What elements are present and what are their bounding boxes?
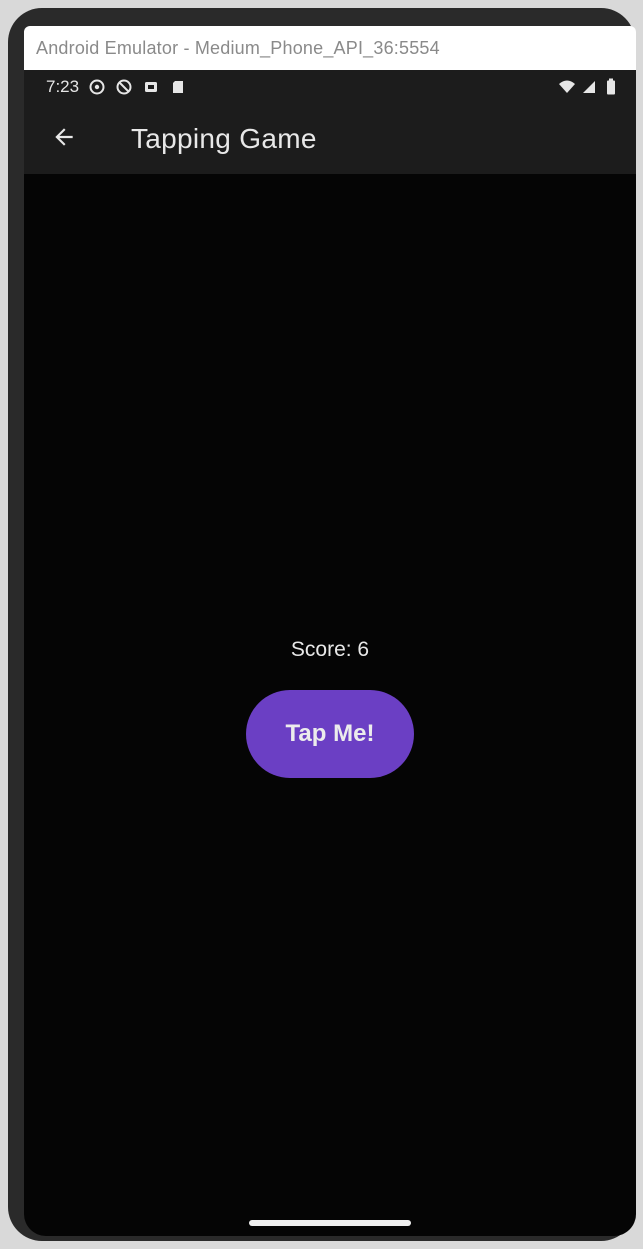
app-bar: Tapping Game (24, 104, 636, 174)
sd-card-icon (169, 78, 187, 96)
wifi-icon (558, 78, 576, 96)
back-button[interactable] (40, 115, 88, 163)
tap-me-button[interactable]: Tap Me! (246, 690, 414, 778)
status-time: 7:23 (46, 77, 80, 96)
notification-icon (142, 78, 160, 96)
status-right (558, 78, 620, 96)
page-title: Tapping Game (131, 123, 317, 154)
status-bar: 7:23 (24, 70, 636, 104)
signal-icon (580, 78, 598, 96)
gesture-nav-handle[interactable] (249, 1220, 411, 1226)
arrow-back-icon (51, 124, 77, 155)
settings-icon (88, 78, 106, 96)
status-left: 7:23 (46, 77, 187, 97)
emulator-title-bar: Android Emulator - Medium_Phone_API_36:5… (24, 26, 636, 70)
battery-icon (602, 78, 620, 96)
emulator-window-title: Android Emulator - Medium_Phone_API_36:5… (36, 37, 440, 58)
game-content: Score: 6 Tap Me! (24, 174, 636, 1236)
phone-screen: 7:23 Tapping Game Score: 6 Tap Me! (24, 70, 636, 1236)
score-text: Score: 6 (290, 638, 370, 661)
block-icon (115, 78, 133, 96)
